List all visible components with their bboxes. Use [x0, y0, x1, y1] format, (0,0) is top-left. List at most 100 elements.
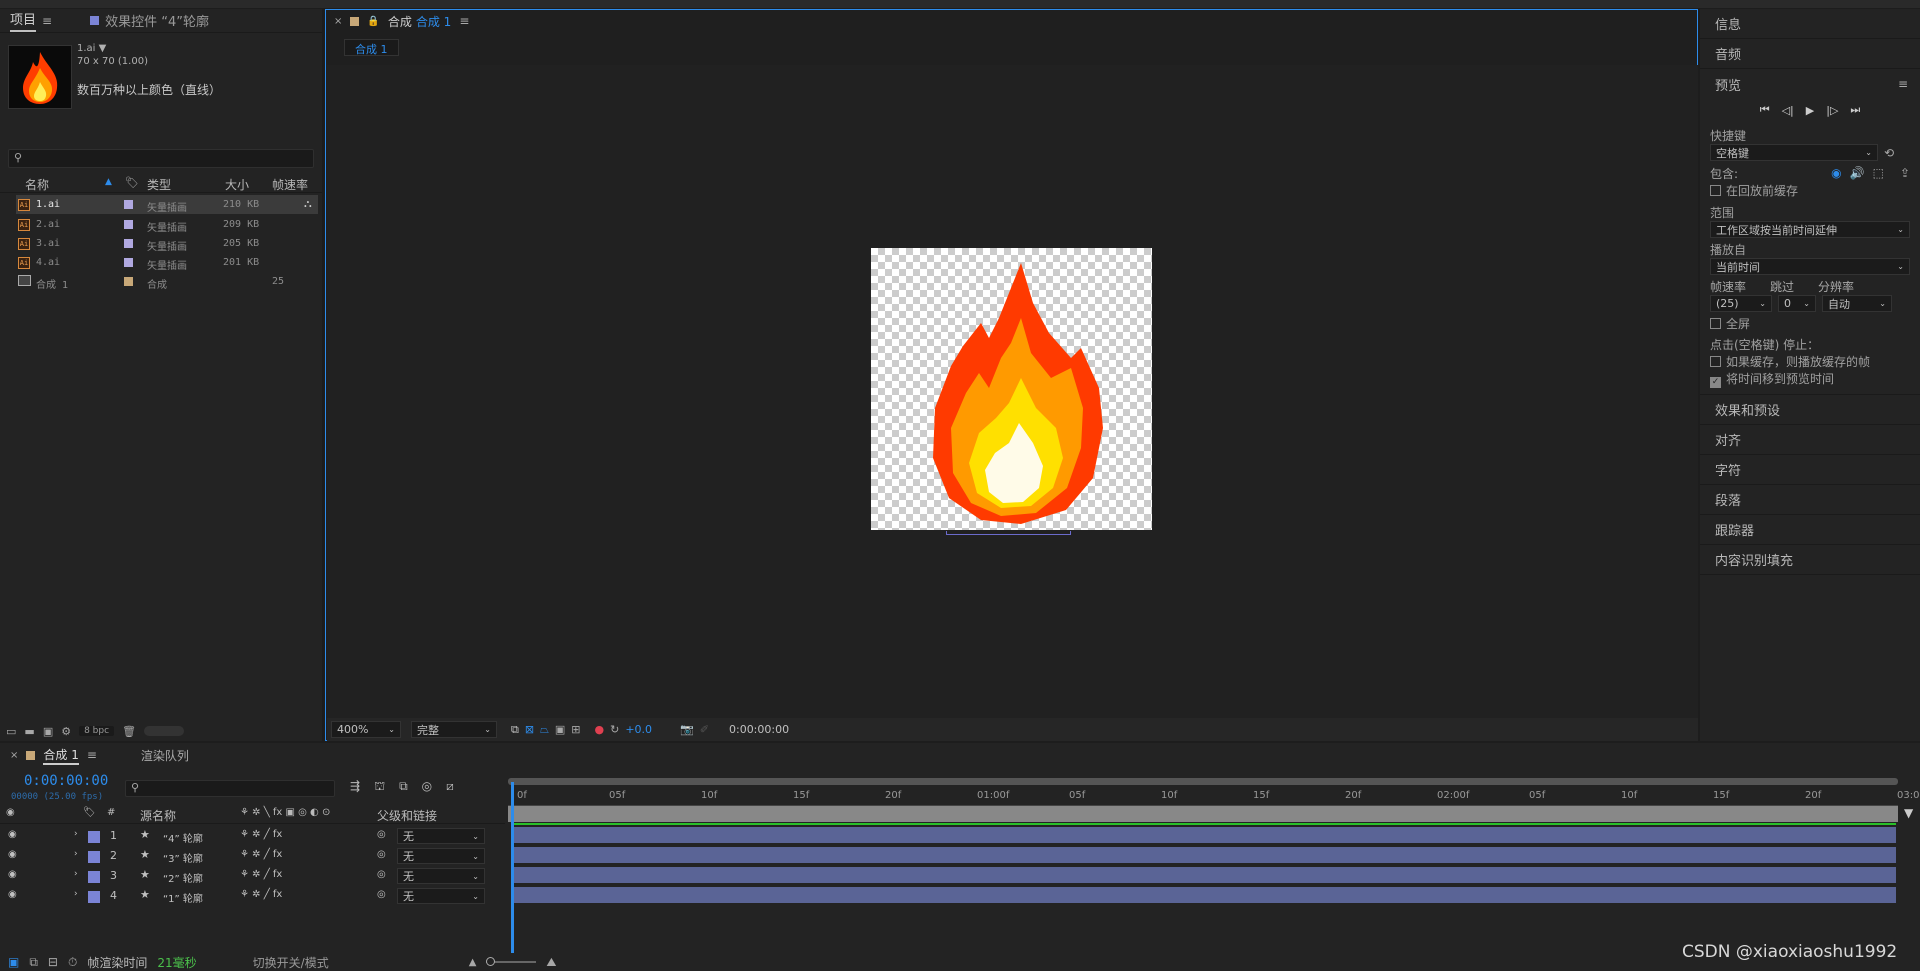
- layer-bar[interactable]: [513, 867, 1896, 883]
- res-select[interactable]: 自动 ⌄: [1822, 295, 1892, 312]
- close-icon[interactable]: ×: [334, 16, 342, 27]
- pickwhip-icon[interactable]: ◎: [377, 849, 386, 860]
- col-size[interactable]: 大小: [225, 176, 249, 193]
- eye-icon[interactable]: ◉: [8, 849, 17, 860]
- play-icon[interactable]: ▶: [1806, 104, 1814, 117]
- zoom-select[interactable]: 400% ⌄: [331, 721, 401, 738]
- parent-select[interactable]: 无 ⌄: [397, 848, 485, 864]
- table-row[interactable]: ◉ › 2 ★ “3” 轮廓 ⚘ ✲ ╱ fx ◎ 无 ⌄: [0, 847, 500, 866]
- grid-icon[interactable]: ⊞: [571, 723, 580, 736]
- timeline-search[interactable]: ⚲: [125, 780, 335, 797]
- pickwhip-icon[interactable]: ◎: [377, 889, 386, 900]
- frame-blend-icon[interactable]: ⧉: [399, 779, 408, 795]
- current-time[interactable]: 0:00:00:00: [24, 773, 108, 789]
- table-row[interactable]: ◉ › 3 ★ “2” 轮廓 ⚘ ✲ ╱ fx ◎ 无 ⌄: [0, 867, 500, 886]
- prev-frame-icon[interactable]: ◁|: [1782, 104, 1794, 117]
- reset-icon[interactable]: ⟲: [1884, 146, 1894, 160]
- table-row[interactable]: ◉ › 4 ★ “1” 轮廓 ⚘ ✲ ╱ fx ◎ 无 ⌄: [0, 887, 500, 906]
- zoom-slider[interactable]: [486, 957, 537, 966]
- quality-select[interactable]: 完整 ⌄: [411, 721, 497, 738]
- zoom-slider-handle[interactable]: [486, 957, 496, 966]
- zoom-out-icon[interactable]: ▲: [469, 957, 477, 968]
- export-icon[interactable]: ⇪: [1900, 166, 1910, 180]
- col-fps[interactable]: 帧速率: [272, 176, 308, 193]
- comp-tab-name[interactable]: 合成 1: [416, 13, 451, 30]
- if-cached-checkbox[interactable]: [1710, 356, 1721, 367]
- video-icon[interactable]: ◉: [1831, 166, 1841, 180]
- menu-icon[interactable]: ≡: [42, 14, 52, 28]
- trash-icon[interactable]: 🗑: [122, 725, 136, 738]
- col-type[interactable]: 类型: [147, 176, 171, 193]
- section-audio[interactable]: 音频: [1700, 39, 1920, 69]
- shy-icon[interactable]: ⛫: [374, 779, 385, 795]
- list-item[interactable]: 合成 1 合成 25: [16, 272, 318, 291]
- hierarchy-icon[interactable]: ⛬: [304, 197, 312, 211]
- graph-editor-icon[interactable]: ⧄: [446, 779, 454, 795]
- list-item[interactable]: Ai 1.ai 矢量插画 210 KB ⛬: [16, 195, 318, 214]
- show-snapshot-icon[interactable]: ✐: [700, 723, 709, 736]
- eye-icon[interactable]: ◉: [6, 807, 15, 818]
- layer-switches[interactable]: ⚘ ✲ ╱ fx: [240, 829, 282, 840]
- first-frame-icon[interactable]: ⏮: [1760, 103, 1770, 117]
- section-content-aware-fill[interactable]: 内容识别填充: [1700, 545, 1920, 575]
- layer-bar[interactable]: [513, 847, 1896, 863]
- exposure-value[interactable]: +0.0: [625, 723, 652, 736]
- snapshot-icon[interactable]: 📷: [680, 723, 694, 736]
- layer-switches[interactable]: ⚘ ✲ ╱ fx: [240, 869, 282, 880]
- comp-flow-icon[interactable]: ⇶: [350, 779, 360, 795]
- folder-icon[interactable]: ▬: [24, 725, 34, 738]
- menu-icon[interactable]: ≡: [87, 748, 97, 762]
- range-select[interactable]: 工作区域按当前时间延伸 ⌄: [1710, 221, 1910, 238]
- layer-name[interactable]: “2” 轮廓: [163, 870, 203, 885]
- menu-icon[interactable]: ≡: [459, 14, 469, 28]
- motion-blur-icon[interactable]: ◎: [422, 779, 432, 795]
- section-paragraph[interactable]: 段落: [1700, 485, 1920, 515]
- flame-artwork[interactable]: [871, 248, 1152, 530]
- layer-name[interactable]: “1” 轮廓: [163, 890, 203, 905]
- work-area-bar[interactable]: [508, 778, 1898, 785]
- overlay-icon[interactable]: ⬚: [1873, 166, 1884, 180]
- layer-switches[interactable]: ⚘ ✲ ╱ fx: [240, 849, 282, 860]
- layer-bar[interactable]: [513, 887, 1896, 903]
- color-channel-icon[interactable]: ●: [595, 723, 605, 736]
- move-time-checkbox[interactable]: ✓: [1710, 377, 1721, 388]
- list-item[interactable]: Ai 2.ai 矢量插画 209 KB: [16, 215, 318, 234]
- mask-icon[interactable]: ⏢: [540, 723, 549, 737]
- menu-icon[interactable]: ≡: [1898, 77, 1908, 91]
- parent-select[interactable]: 无 ⌄: [397, 868, 485, 884]
- skip-select[interactable]: 0 ⌄: [1778, 295, 1816, 312]
- new-comp-icon[interactable]: ▣: [43, 725, 53, 738]
- shortcut-select[interactable]: 空格键 ⌄: [1710, 144, 1878, 161]
- last-frame-icon[interactable]: ⏭: [1850, 103, 1860, 117]
- parent-select[interactable]: 无 ⌄: [397, 888, 485, 904]
- layer-switches-icon[interactable]: ▣: [8, 955, 19, 969]
- expand-chevron-icon[interactable]: ›: [74, 829, 78, 839]
- eye-icon[interactable]: ◉: [8, 889, 17, 900]
- expand-chevron-icon[interactable]: ›: [74, 889, 78, 899]
- parent-select[interactable]: 无 ⌄: [397, 828, 485, 844]
- section-preview[interactable]: 预览 ≡: [1700, 69, 1920, 99]
- next-frame-icon[interactable]: |▷: [1826, 104, 1838, 117]
- fullscreen-row[interactable]: 全屏: [1700, 315, 1920, 332]
- interpret-icon[interactable]: ▭: [6, 725, 16, 738]
- layer-name[interactable]: “4” 轮廓: [163, 830, 203, 845]
- transfer-icon[interactable]: ⧉: [29, 955, 38, 970]
- tab-project[interactable]: 项目 ≡: [0, 9, 62, 32]
- table-row[interactable]: ◉ › 1 ★ “4” 轮廓 ⚘ ✲ ╱ fx ◎ 无 ⌄: [0, 827, 500, 846]
- layer-name[interactable]: “3” 轮廓: [163, 850, 203, 865]
- section-character[interactable]: 字符: [1700, 455, 1920, 485]
- audio-icon[interactable]: 🔊: [1850, 166, 1865, 180]
- lock-icon[interactable]: 🔒: [367, 16, 379, 27]
- toggle-modes[interactable]: 切换开关/模式: [253, 954, 329, 971]
- layer-bar[interactable]: [513, 827, 1896, 843]
- fps-select[interactable]: (25) ⌄: [1710, 295, 1772, 312]
- bpc-label[interactable]: 8 bpc: [79, 726, 115, 736]
- col-parent[interactable]: 父级和链接: [377, 807, 437, 824]
- section-align[interactable]: 对齐: [1700, 425, 1920, 455]
- layer-switches[interactable]: ⚘ ✲ ╱ fx: [240, 889, 282, 900]
- cache-before-row[interactable]: 在回放前缓存: [1700, 182, 1920, 199]
- in-out-icon[interactable]: ⊟: [48, 955, 58, 969]
- list-item[interactable]: Ai 4.ai 矢量插画 201 KB: [16, 253, 318, 272]
- file-name[interactable]: 1.ai ▼: [77, 43, 106, 54]
- safe-area-icon[interactable]: ▣: [555, 723, 565, 736]
